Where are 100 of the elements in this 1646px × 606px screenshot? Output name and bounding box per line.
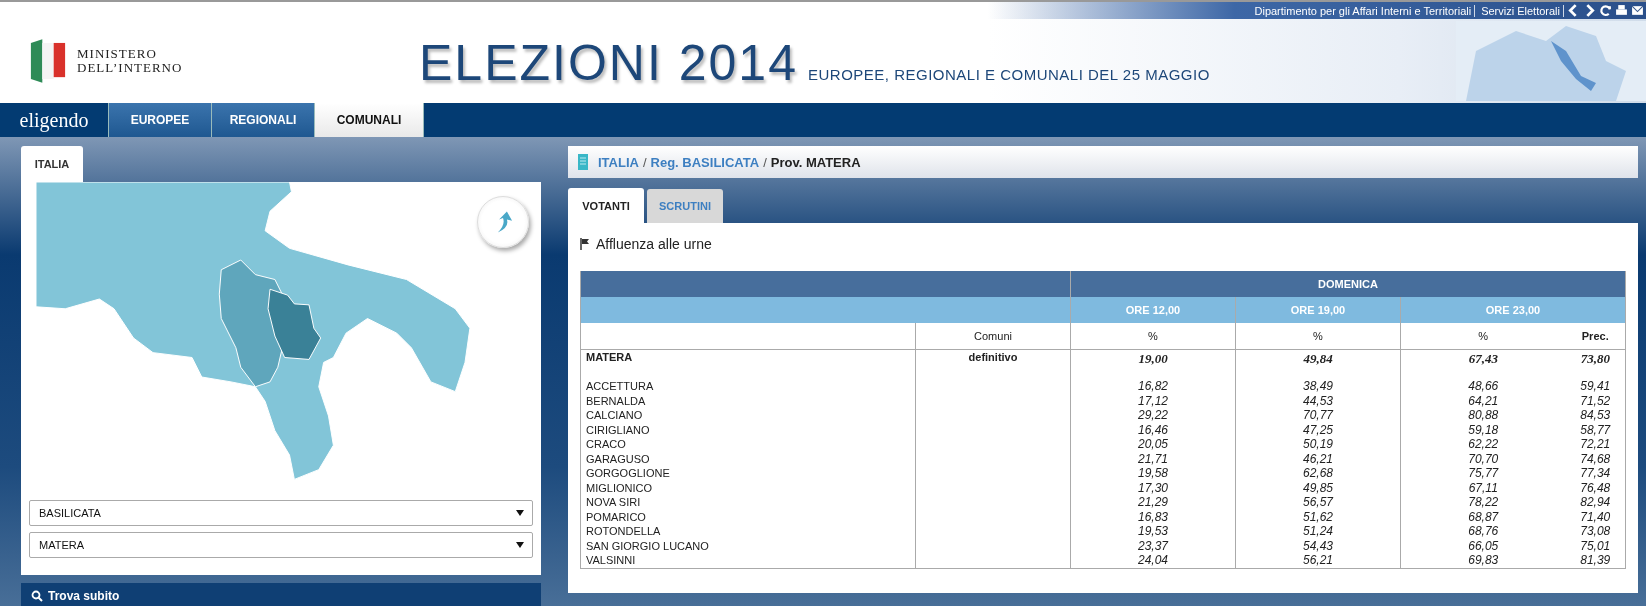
table-cell: 62,22 <box>1400 437 1566 452</box>
table-cell: 56,57 <box>1235 495 1401 510</box>
table-cell: 67,11 <box>1400 480 1566 495</box>
flag-icon <box>580 238 590 250</box>
column-header: % <box>1235 323 1401 350</box>
breadcrumb-current: Prov. MATERA <box>770 154 861 170</box>
table-cell: MIGLIONICO <box>580 480 916 495</box>
table-cell: 68,87 <box>1400 509 1566 524</box>
table-cell: 75,01 <box>1565 538 1626 553</box>
table-cell: 70,77 <box>1235 408 1401 423</box>
table-cell: 21,29 <box>1070 495 1236 510</box>
up-arrow-button[interactable] <box>477 195 529 248</box>
table-cell: 59,41 <box>1565 379 1626 394</box>
table-cell: POMARICO <box>580 509 916 524</box>
nav-tab[interactable]: EUROPEE <box>109 103 212 137</box>
header-cell: DOMENICA <box>1070 271 1626 297</box>
table-cell: 64,21 <box>1400 393 1566 408</box>
table-cell: SAN GIORGIO LUCANO <box>580 538 916 553</box>
document-icon <box>578 153 588 171</box>
table-cell: MATERA <box>580 349 916 368</box>
table-cell: 21,71 <box>1070 451 1236 466</box>
flag-logo-icon <box>29 39 67 83</box>
page-subtitle: EUROPEE, REGIONALI E COMUNALI DEL 25 MAGGIO <box>807 65 1210 83</box>
breadcrumb-separator: / <box>763 154 767 170</box>
table-cell: 74,68 <box>1565 451 1626 466</box>
top-link[interactable]: Dipartimento per gli Affari Interni e Territoriali <box>1251 4 1476 17</box>
table-cell: VALSINNI <box>580 553 916 568</box>
table-cell: 23,37 <box>1070 538 1236 553</box>
table-cell: 47,25 <box>1235 422 1401 437</box>
table-cell: 58,77 <box>1565 422 1626 437</box>
table-cell: 19,58 <box>1070 466 1236 481</box>
table-cell: 24,04 <box>1070 553 1236 568</box>
nav-tab[interactable]: REGIONALI <box>212 103 315 137</box>
table-cell: 20,05 <box>1070 437 1236 452</box>
table-cell: 17,12 <box>1070 393 1236 408</box>
table-cell: 76,48 <box>1565 480 1626 495</box>
search-bar[interactable]: Trova subito <box>21 583 541 606</box>
top-link[interactable]: Servizi Elettorali <box>1478 4 1564 17</box>
table-cell: definitivo <box>915 349 1071 368</box>
table-cell: ACCETTURA <box>580 379 916 394</box>
print-icon[interactable] <box>1615 4 1628 17</box>
mail-icon[interactable] <box>1631 4 1644 17</box>
table-cell: NOVA SIRI <box>580 495 916 510</box>
table-cell: 46,21 <box>1235 451 1401 466</box>
table-cell: BERNALDA <box>580 393 916 408</box>
breadcrumb-separator: / <box>642 154 647 170</box>
table-cell: 17,30 <box>1070 480 1236 495</box>
table-cell: 73,08 <box>1565 524 1626 539</box>
column-header: Prec. <box>1565 323 1626 350</box>
table-cell: 16,82 <box>1070 379 1236 394</box>
table-cell: CRACO <box>580 437 916 452</box>
search-icon <box>31 589 43 602</box>
dropdown[interactable]: BASILICATA <box>29 499 533 526</box>
table-cell: 77,34 <box>1565 466 1626 481</box>
table-cell: 62,68 <box>1235 466 1401 481</box>
column-header: Comuni <box>915 323 1071 350</box>
refresh-icon[interactable] <box>1599 4 1612 17</box>
table-cell: 49,84 <box>1235 349 1401 368</box>
table-cell: 75,77 <box>1400 466 1566 481</box>
table-cell: 72,21 <box>1565 437 1626 452</box>
table-cell: 54,43 <box>1235 538 1401 553</box>
table-cell: 84,53 <box>1565 408 1626 423</box>
dropdown[interactable]: MATERA <box>29 531 533 558</box>
breadcrumb-link[interactable]: ITALIA <box>598 154 639 170</box>
table-cell: GARAGUSO <box>580 451 916 466</box>
table-cell: 38,49 <box>1235 379 1401 394</box>
table-cell: 49,85 <box>1235 480 1401 495</box>
table-cell: GORGOGLIONE <box>580 466 916 481</box>
table-cell: 70,70 <box>1400 451 1566 466</box>
table-cell: 29,22 <box>1070 408 1236 423</box>
content-tab[interactable]: VOTANTI <box>568 188 644 223</box>
table-cell: 16,46 <box>1070 422 1236 437</box>
page-title: ELEZIONI 2014 <box>419 34 798 92</box>
header-cell: ORE 12,00 <box>1070 297 1236 323</box>
table-cell: 51,62 <box>1235 509 1401 524</box>
search-label: Trova subito <box>48 588 120 603</box>
table-cell: 16,83 <box>1070 509 1236 524</box>
region-tab[interactable]: ITALIA <box>21 146 83 182</box>
caret-icon <box>516 540 524 549</box>
table-cell: 80,88 <box>1400 408 1566 423</box>
table-cell: 73,80 <box>1565 349 1626 368</box>
header-cell: ORE 23,00 <box>1400 297 1626 323</box>
header-cell: ORE 19,00 <box>1235 297 1401 323</box>
column-header: % <box>1400 323 1566 350</box>
section-title: Affluenza alle urne <box>596 236 712 252</box>
nav-tab[interactable]: COMUNALI <box>315 103 424 137</box>
breadcrumb-link[interactable]: Reg. BASILICATA <box>650 154 760 170</box>
table-cell: 71,40 <box>1565 509 1626 524</box>
table-cell: 51,24 <box>1235 524 1401 539</box>
table-cell: CALCIANO <box>580 408 916 423</box>
table-cell: 68,76 <box>1400 524 1566 539</box>
column-header: % <box>1070 323 1236 350</box>
table-cell: ROTONDELLA <box>580 524 916 539</box>
table-cell: 82,94 <box>1565 495 1626 510</box>
table-cell: 50,19 <box>1235 437 1401 452</box>
ministry-name: MINISTERO DELL’INTERNO <box>77 47 183 75</box>
table-cell: 66,05 <box>1400 538 1566 553</box>
table-cell: 81,39 <box>1565 553 1626 568</box>
table-cell: 44,53 <box>1235 393 1401 408</box>
table-cell: 78,22 <box>1400 495 1566 510</box>
